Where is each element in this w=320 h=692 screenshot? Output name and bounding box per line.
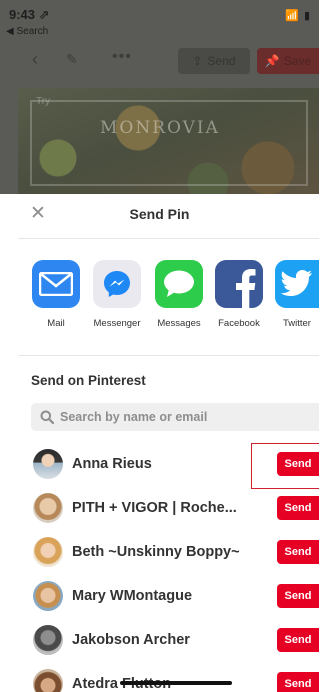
sheet-title: Send Pin bbox=[129, 206, 190, 222]
share-app-label: Messages bbox=[157, 318, 201, 329]
avatar bbox=[33, 493, 63, 523]
share-app-messenger[interactable]: Messenger bbox=[87, 260, 147, 330]
share-app-label: Messenger bbox=[93, 318, 141, 329]
send-button[interactable]: Send bbox=[277, 672, 319, 692]
search-input[interactable]: Search by name or email bbox=[31, 403, 319, 431]
share-app-twitter[interactable]: Twitter bbox=[270, 260, 319, 330]
share-app-mail[interactable]: Mail bbox=[26, 260, 86, 330]
section-title: Send on Pinterest bbox=[31, 373, 146, 388]
contact-name: Beth ~Unskinny Boppy~ bbox=[72, 544, 240, 560]
contact-name: PITH + VIGOR | Roche... bbox=[72, 500, 237, 516]
twitter-icon bbox=[275, 260, 319, 308]
avatar bbox=[33, 669, 63, 692]
send-pin-sheet: ✕ Send Pin Mail Messenger Messages Faceb… bbox=[0, 194, 319, 692]
messenger-icon bbox=[93, 260, 141, 308]
pin-toolbar: ‹ ✎ ••• ⇪ Send 📌 Save bbox=[0, 46, 319, 76]
upload-icon: ⇪ bbox=[192, 54, 203, 68]
back-arrow-icon[interactable]: ‹ bbox=[32, 49, 38, 70]
share-app-facebook[interactable]: Facebook bbox=[209, 260, 269, 330]
divider bbox=[18, 238, 319, 239]
pin-brand-text: MONROVIA bbox=[100, 118, 220, 138]
avatar bbox=[33, 449, 63, 479]
divider bbox=[18, 355, 319, 356]
share-app-messages[interactable]: Messages bbox=[149, 260, 209, 330]
avatar bbox=[33, 537, 63, 567]
share-apps-row: Mail Messenger Messages Facebook Twitter bbox=[0, 260, 319, 340]
contact-row[interactable]: Atedra Flutton Send bbox=[0, 667, 319, 692]
highlight-box bbox=[251, 443, 319, 489]
home-indicator[interactable] bbox=[120, 681, 232, 685]
share-app-label: Mail bbox=[47, 318, 65, 329]
avatar bbox=[33, 581, 63, 611]
send-button[interactable]: Send bbox=[277, 496, 319, 520]
mail-icon bbox=[32, 260, 80, 308]
contact-row[interactable]: Mary WMontague Send bbox=[0, 579, 319, 619]
pin-send-label: Send bbox=[207, 54, 236, 68]
pin-save-button[interactable]: 📌 Save bbox=[257, 48, 319, 74]
contact-row[interactable]: Jakobson Archer Send bbox=[0, 623, 319, 663]
send-button[interactable]: Send bbox=[277, 584, 319, 608]
status-bar: 9:43 ⇗ ◀ Search 📶 ▮ bbox=[0, 0, 319, 40]
more-options-icon[interactable]: ••• bbox=[112, 48, 132, 66]
pin-frame bbox=[30, 100, 308, 186]
pin-icon: 📌 bbox=[264, 54, 280, 68]
back-to-search-link[interactable]: ◀ Search bbox=[6, 26, 48, 37]
try-tag: Try bbox=[36, 96, 51, 107]
pin-send-button[interactable]: ⇪ Send bbox=[178, 48, 250, 74]
contact-row[interactable]: PITH + VIGOR | Roche... Send bbox=[0, 491, 319, 531]
facebook-icon bbox=[215, 260, 263, 308]
status-time: 9:43 ⇗ bbox=[9, 7, 50, 22]
share-app-label: Twitter bbox=[283, 318, 311, 329]
messages-icon bbox=[155, 260, 203, 308]
contact-name: Anna Rieus bbox=[72, 456, 152, 472]
pin-save-label: Save bbox=[283, 54, 312, 68]
send-button[interactable]: Send bbox=[277, 628, 319, 652]
edit-pencil-icon[interactable]: ✎ bbox=[66, 51, 78, 68]
share-app-label: Facebook bbox=[218, 318, 260, 329]
signal-battery-icons: 📶 ▮ bbox=[285, 10, 311, 22]
contact-row[interactable]: Beth ~Unskinny Boppy~ Send bbox=[0, 535, 319, 575]
search-placeholder: Search by name or email bbox=[60, 410, 208, 424]
contact-name: Jakobson Archer bbox=[72, 632, 190, 648]
send-button[interactable]: Send bbox=[277, 540, 319, 564]
pin-page-backdrop: Try MONROVIA 9:43 ⇗ ◀ Search 📶 ▮ ‹ ✎ •••… bbox=[0, 0, 319, 194]
contact-name: Mary WMontague bbox=[72, 588, 193, 604]
search-icon bbox=[40, 410, 54, 424]
avatar bbox=[33, 625, 63, 655]
